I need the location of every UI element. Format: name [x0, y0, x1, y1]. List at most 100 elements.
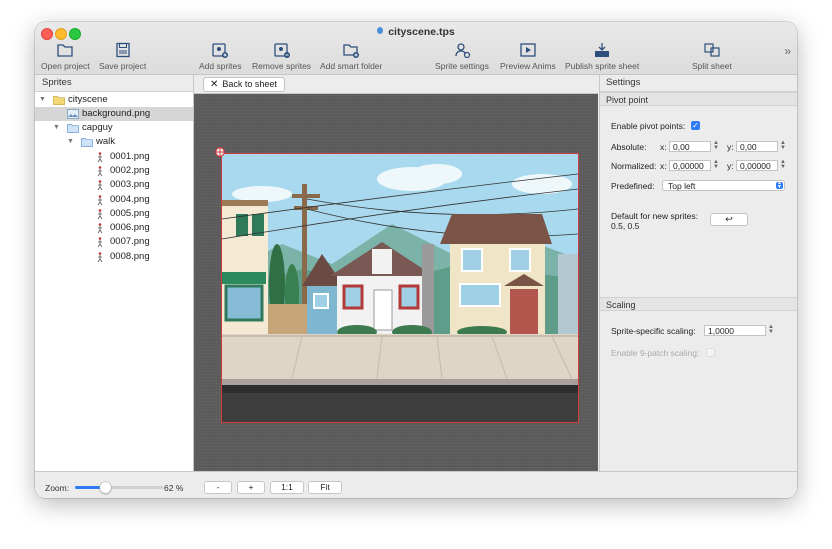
sprite-editor: ✕ Back to sheet [194, 75, 598, 471]
zoom-slider[interactable] [75, 482, 163, 493]
normalized-label: Normalized: [611, 161, 657, 171]
tree-item-cityscene[interactable]: ▼ cityscene [35, 93, 193, 107]
sprite-thumbnail-icon [97, 252, 103, 263]
zoom-slider-knob[interactable] [100, 482, 111, 493]
toolbar: cityscene.tps Open project Save project … [35, 22, 797, 75]
absolute-label: Absolute: [611, 142, 647, 152]
sprites-panel: Sprites ▼ cityscene background.png ▼ cap… [35, 75, 194, 471]
normalized-x-input[interactable]: 0,00000 [669, 160, 711, 171]
pivot-point-handle[interactable] [215, 147, 225, 157]
chevron-updown-icon: ▲ ▼ [776, 180, 783, 190]
tree-item-capguy[interactable]: ▼ capguy [35, 121, 193, 135]
absolute-y-stepper[interactable]: ▲ ▼ [780, 140, 786, 152]
folder-icon [81, 138, 93, 147]
tree-item-sprite[interactable]: 0002.png [35, 164, 193, 178]
tree-item-sprite[interactable]: 0006.png [35, 221, 193, 235]
zoom-bar: Zoom: 62 % - + 1:1 Fit [35, 471, 797, 498]
tree-item-sprite[interactable]: 0003.png [35, 178, 193, 192]
nine-patch-checkbox[interactable] [706, 348, 715, 357]
zoom-value: 62 % [164, 483, 184, 493]
sprite-thumbnail-icon [97, 166, 103, 177]
sprite-scaling-stepper[interactable]: ▲ ▼ [768, 324, 774, 336]
folder-icon [53, 96, 65, 105]
preview-anims-button[interactable]: Preview Anims [500, 42, 556, 71]
checkmark-icon: ✓ [692, 121, 699, 130]
chevron-down-icon[interactable]: ▼ [53, 121, 60, 135]
remove-sprites-button[interactable]: Remove sprites [252, 42, 311, 71]
enable-pivot-checkbox[interactable]: ✓ [691, 121, 700, 130]
predefined-select[interactable]: Top left ▲ ▼ [662, 180, 785, 191]
tree-item-sprite[interactable]: 0008.png [35, 250, 193, 264]
sprite-settings-icon [455, 43, 471, 58]
play-icon [520, 43, 536, 57]
image-icon [67, 109, 79, 119]
predefined-label: Predefined: [611, 181, 655, 191]
absolute-x-stepper[interactable]: ▲ ▼ [713, 140, 719, 152]
enable-pivot-label: Enable pivot points: [611, 121, 686, 131]
sprite-scaling-label: Sprite-specific scaling: [611, 326, 696, 336]
normalized-x-label: x: [660, 161, 667, 171]
save-project-button[interactable]: Save project [99, 42, 146, 71]
apply-default-pivot-button[interactable]: ↩ [710, 213, 748, 226]
remove-sprite-icon [273, 43, 290, 58]
sprite-thumbnail-icon [97, 237, 103, 248]
absolute-x-label: x: [660, 142, 667, 152]
tree-item-background[interactable]: background.png [35, 107, 193, 121]
zoom-in-button[interactable]: + [237, 481, 265, 494]
zoom-label: Zoom: [45, 483, 70, 493]
zoom-out-button[interactable]: - [204, 481, 232, 494]
sprite-thumbnail-icon [97, 180, 103, 191]
app-window: cityscene.tps Open project Save project … [35, 22, 797, 498]
chevron-down-icon[interactable]: ▼ [67, 135, 74, 149]
sprite-scaling-input[interactable]: 1,0000 [704, 325, 766, 336]
chevron-down-icon[interactable]: ▼ [39, 93, 46, 107]
tree-item-sprite[interactable]: 0005.png [35, 207, 193, 221]
editor-header: ✕ Back to sheet [194, 75, 598, 94]
split-sheet-icon [704, 43, 720, 57]
add-smart-folder-button[interactable]: Add smart folder [320, 42, 382, 71]
open-project-button[interactable]: Open project [41, 42, 90, 71]
folder-open-icon [57, 44, 73, 57]
sprite-settings-button[interactable]: Sprite settings [435, 42, 489, 71]
normalized-y-label: y: [727, 161, 734, 171]
add-sprite-icon [212, 43, 229, 58]
normalized-y-stepper[interactable]: ▲ ▼ [780, 159, 786, 171]
sprite-thumbnail-icon [97, 209, 103, 220]
publish-icon [595, 43, 610, 57]
absolute-y-input[interactable]: 0,00 [736, 141, 778, 152]
smart-folder-icon [343, 44, 360, 58]
tree-item-sprite[interactable]: 0004.png [35, 193, 193, 207]
default-new-sprites-value: 0.5, 0.5 [611, 221, 640, 231]
add-sprites-button[interactable]: Add sprites [199, 42, 242, 71]
pivot-point-section-header: Pivot point [600, 92, 797, 106]
publish-sprite-sheet-button[interactable]: Publish sprite sheet [565, 42, 639, 71]
nine-patch-label: Enable 9-patch scaling: [611, 348, 700, 358]
return-arrow-icon: ↩ [725, 214, 733, 224]
default-new-sprites-label: Default for new sprites: [611, 211, 698, 221]
window-title: cityscene.tps [35, 26, 797, 38]
folder-icon [67, 124, 79, 133]
tree-item-walk[interactable]: ▼ walk [35, 135, 193, 149]
toolbar-overflow-icon[interactable]: » [784, 44, 791, 58]
normalized-y-input[interactable]: 0,00000 [736, 160, 778, 171]
close-icon: ✕ [210, 79, 219, 90]
tree-item-sprite[interactable]: 0001.png [35, 150, 193, 164]
absolute-y-label: y: [727, 142, 734, 152]
tree-item-sprite[interactable]: 0007.png [35, 235, 193, 249]
back-to-sheet-button[interactable]: ✕ Back to sheet [203, 77, 285, 92]
sprite-thumbnail-icon [97, 223, 103, 234]
zoom-fit-button[interactable]: Fit [308, 481, 342, 494]
zoom-actual-size-button[interactable]: 1:1 [270, 481, 304, 494]
settings-panel-title: Settings [600, 75, 797, 92]
split-sheet-button[interactable]: Split sheet [692, 42, 732, 71]
sprite-canvas[interactable] [194, 94, 598, 471]
document-icon [377, 27, 384, 34]
absolute-x-input[interactable]: 0,00 [669, 141, 711, 152]
scaling-section-header: Scaling [600, 297, 797, 311]
sprites-panel-title: Sprites [35, 75, 193, 92]
normalized-x-stepper[interactable]: ▲ ▼ [713, 159, 719, 171]
sprite-thumbnail-icon [97, 152, 103, 163]
background-sprite-preview[interactable] [221, 153, 579, 423]
sprite-thumbnail-icon [97, 195, 103, 206]
settings-panel: Settings Pivot point Enable pivot points… [599, 75, 797, 471]
